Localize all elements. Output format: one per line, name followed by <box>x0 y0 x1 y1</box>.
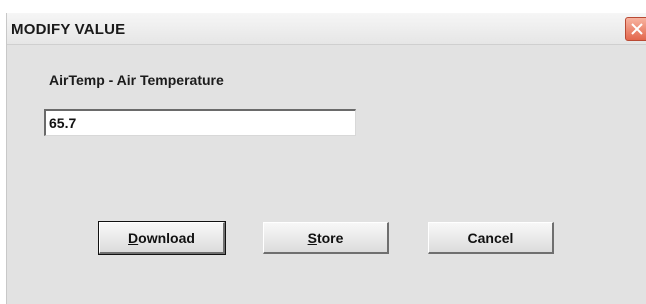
cancel-button[interactable]: Cancel <box>428 222 554 254</box>
close-icon <box>631 23 643 35</box>
download-mnemonic: D <box>128 229 139 246</box>
download-label-rest: ownload <box>138 229 195 246</box>
store-mnemonic: S <box>307 229 317 246</box>
store-button[interactable]: Store <box>263 222 389 254</box>
store-label-rest: tore <box>316 229 344 246</box>
window-title: MODIFY VALUE <box>11 21 126 38</box>
field-label: AirTemp - Air Temperature <box>49 72 224 88</box>
download-button[interactable]: Download <box>98 221 226 255</box>
title-bar[interactable]: MODIFY VALUE <box>7 13 646 45</box>
modify-value-dialog: MODIFY VALUE AirTemp - Air Temperature D… <box>6 13 646 304</box>
value-input[interactable] <box>44 109 356 136</box>
close-button[interactable] <box>625 17 646 41</box>
